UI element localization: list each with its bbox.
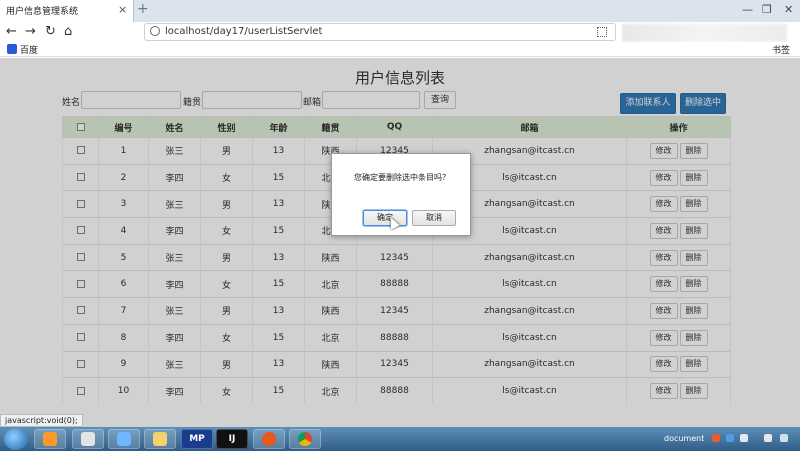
back-icon[interactable]: ← <box>6 24 17 39</box>
taskbar-item-folder[interactable] <box>144 429 176 449</box>
cancel-button[interactable]: 取消 <box>412 210 456 226</box>
taskbar-item-mp[interactable]: MP <box>181 429 213 449</box>
tab-title: 用户信息管理系统 <box>6 7 79 17</box>
qr-code-icon[interactable] <box>597 27 607 37</box>
bookmarks-bar: 百度 书签 <box>0 42 800 57</box>
blurred-region <box>622 24 787 42</box>
home-icon[interactable]: ⌂ <box>64 24 72 39</box>
refresh-icon[interactable]: ↻ <box>45 24 56 39</box>
taskbar-item-idea[interactable]: IJ <box>216 429 248 449</box>
tray-text: document <box>664 434 705 443</box>
browser-titlebar: 用户信息管理系统 × + — ❐ ✕ <box>0 0 800 22</box>
site-info-icon[interactable] <box>150 26 160 36</box>
taskbar-item-chrome[interactable] <box>289 429 321 449</box>
bookmark-baidu[interactable]: 百度 <box>20 43 38 56</box>
window-close-button[interactable]: ✕ <box>784 3 793 16</box>
taskbar: MP IJ document <box>0 427 800 451</box>
tray-app-icon[interactable] <box>726 434 734 442</box>
start-button[interactable] <box>4 428 28 450</box>
status-text: javascript:void(0); <box>0 414 83 427</box>
browser-tab[interactable]: 用户信息管理系统 × <box>0 0 134 22</box>
url-text: localhost/day17/userListServlet <box>165 26 323 37</box>
taskbar-item-app[interactable] <box>108 429 140 449</box>
ok-button[interactable]: 确定 <box>363 210 407 226</box>
app-icon <box>117 431 131 446</box>
shark-icon <box>81 431 95 446</box>
taskbar-item-shark[interactable] <box>72 429 104 449</box>
baidu-icon <box>7 44 17 54</box>
taskbar-item-explorer[interactable] <box>34 429 66 449</box>
confirm-dialog: 您确定要删除选中条目吗？ 确定 取消 <box>331 153 471 236</box>
bookmarks-folder[interactable]: 书签 <box>772 43 790 56</box>
explorer-icon <box>43 431 57 446</box>
tab-close-icon[interactable]: × <box>118 3 127 16</box>
restore-button[interactable]: ❐ <box>762 3 772 16</box>
sogou-icon[interactable] <box>712 434 720 442</box>
firefox-icon <box>262 431 276 446</box>
forward-icon[interactable]: → <box>25 24 36 39</box>
network-icon[interactable] <box>740 434 748 442</box>
action-center-icon[interactable] <box>780 434 788 442</box>
minimize-button[interactable]: — <box>742 3 753 16</box>
folder-icon <box>153 431 167 446</box>
modal-overlay <box>0 58 800 427</box>
new-tab-button[interactable]: + <box>137 1 149 17</box>
volume-icon[interactable] <box>764 434 772 442</box>
taskbar-item-firefox[interactable] <box>253 429 285 449</box>
dialog-message: 您确定要删除选中条目吗？ <box>354 173 450 182</box>
chrome-icon <box>298 431 312 446</box>
address-bar[interactable]: localhost/day17/userListServlet <box>144 23 616 41</box>
